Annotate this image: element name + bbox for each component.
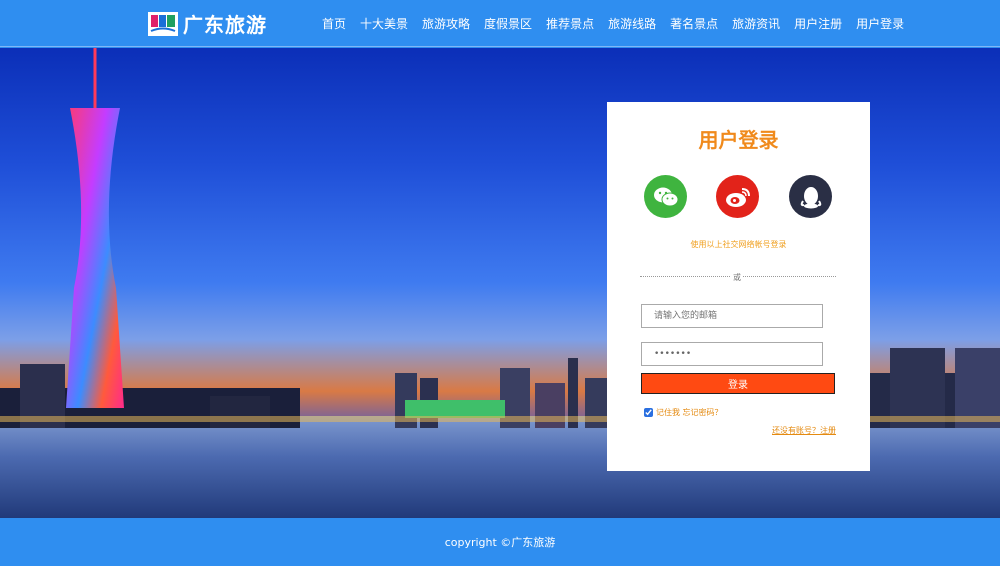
copyright-text: copyright ©广东旅游	[444, 536, 556, 549]
nav-travel-guide[interactable]: 旅游攻略	[415, 15, 477, 32]
wechat-login-button[interactable]	[644, 175, 687, 218]
wechat-icon	[653, 187, 678, 206]
nav-resorts[interactable]: 度假景区	[477, 15, 539, 32]
nav-register[interactable]: 用户注册	[787, 15, 849, 32]
register-link[interactable]: 还没有账号？注册	[772, 425, 836, 436]
qq-icon	[800, 186, 821, 208]
footer: copyright ©广东旅游	[0, 518, 1000, 566]
email-input[interactable]	[641, 304, 823, 328]
social-login-hint: 使用以上社交网络帐号登录	[690, 240, 787, 249]
nav-recommended-spots[interactable]: 推荐景点	[539, 15, 601, 32]
site-logo[interactable]: 广东旅游	[147, 9, 267, 38]
qq-login-button[interactable]	[789, 175, 832, 218]
login-submit-button[interactable]: 登录	[641, 373, 835, 394]
remember-me-checkbox[interactable]	[644, 408, 653, 417]
nav-home[interactable]: 首页	[315, 15, 353, 32]
logo-icon	[148, 11, 178, 36]
logo-text: 广东旅游	[183, 13, 267, 37]
weibo-login-button[interactable]	[716, 175, 759, 218]
login-title: 用户登录	[698, 128, 779, 152]
canton-tower-graphic	[66, 48, 124, 408]
nav-top-ten-scenery[interactable]: 十大美景	[353, 15, 415, 32]
weibo-icon	[725, 187, 750, 207]
nav-famous-spots[interactable]: 著名景点	[663, 15, 725, 32]
nav-travel-routes[interactable]: 旅游线路	[601, 15, 663, 32]
login-card: 用户登录 使用以上社交网络帐号登录 或 登录	[607, 102, 870, 471]
or-divider-text: 或	[731, 272, 743, 283]
top-header: 广东旅游 首页 十大美景 旅游攻略 度假景区 推荐景点 旅游线路 著名景点 旅游…	[0, 0, 1000, 47]
nav-login[interactable]: 用户登录	[849, 15, 911, 32]
main-nav: 首页 十大美景 旅游攻略 度假景区 推荐景点 旅游线路 著名景点 旅游资讯 用户…	[315, 0, 911, 47]
nav-travel-news[interactable]: 旅游资讯	[725, 15, 787, 32]
password-input[interactable]	[641, 342, 823, 366]
remember-me[interactable]: 记住我 忘记密码？	[644, 407, 723, 418]
remember-forgot-text[interactable]: 记住我 忘记密码？	[656, 407, 723, 418]
